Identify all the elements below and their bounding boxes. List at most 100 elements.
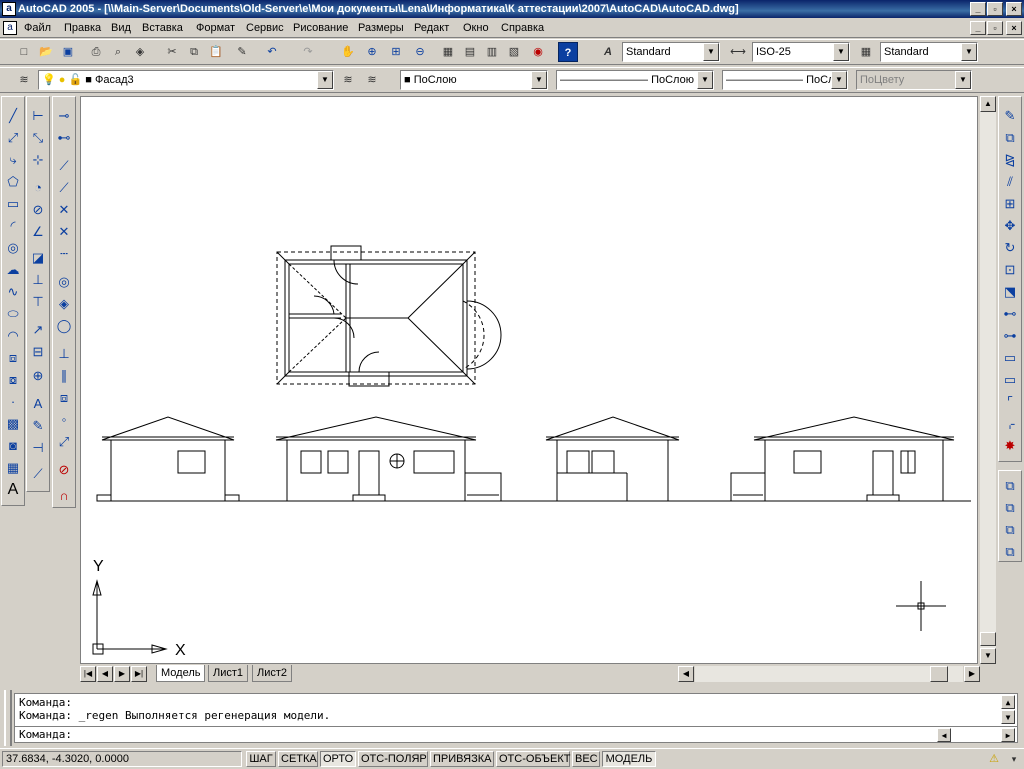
make-current-layer-icon[interactable]: ≋ xyxy=(338,70,358,90)
otrack-toggle[interactable]: ОТС-ОБЪЕКТ xyxy=(496,751,570,767)
tab-last-icon[interactable]: ▶| xyxy=(131,666,147,682)
snap-apparent-icon[interactable]: ✕ xyxy=(54,221,74,243)
menu-insert[interactable]: Вставка xyxy=(142,21,183,35)
copy-icon[interactable]: ⧉ xyxy=(184,42,204,62)
circle-icon[interactable]: ◎ xyxy=(3,237,23,259)
scale-icon[interactable]: ⊡ xyxy=(1000,259,1020,281)
quick-leader-icon[interactable]: ↗ xyxy=(28,319,48,341)
snap-toggle[interactable]: ШАГ xyxy=(246,751,276,767)
dim-text-edit-icon[interactable]: ✎ xyxy=(28,415,48,437)
maximize-button[interactable]: ▫ xyxy=(987,2,1003,16)
autocad-icon[interactable]: a xyxy=(2,2,16,16)
doc-minimize-button[interactable]: _ xyxy=(970,21,986,35)
break-at-point-icon[interactable]: ▭ xyxy=(1000,347,1020,369)
array-icon[interactable]: ⊞ xyxy=(1000,193,1020,215)
layer-manager-icon[interactable]: ≋ xyxy=(14,70,34,90)
cmd-scroll-left-icon[interactable]: ◀ xyxy=(937,728,951,742)
menu-edit[interactable]: Правка xyxy=(64,21,101,35)
model-toggle[interactable]: МОДЕЛЬ xyxy=(602,751,656,767)
chevron-down-icon[interactable]: ▼ xyxy=(697,71,713,89)
menu-window[interactable]: Окно xyxy=(463,21,489,35)
send-under-icon[interactable]: ⧉ xyxy=(1000,541,1020,563)
quick-dim-icon[interactable]: ◪ xyxy=(28,247,48,269)
menu-help[interactable]: Справка xyxy=(501,21,544,35)
menu-view[interactable]: Вид xyxy=(111,21,131,35)
chevron-down-icon[interactable]: ▼ xyxy=(833,43,849,61)
spline-icon[interactable]: ∿ xyxy=(3,281,23,303)
snap-midpoint-icon[interactable]: ⟋ xyxy=(54,177,74,199)
snap-node-icon[interactable]: ◦ xyxy=(54,409,74,431)
zoom-window-icon[interactable]: ⊞ xyxy=(386,42,406,62)
snap-parallel-icon[interactable]: ∥ xyxy=(54,365,74,387)
snap-intersection-icon[interactable]: ✕ xyxy=(54,199,74,221)
trim-icon[interactable]: ⊷ xyxy=(1000,303,1020,325)
hatch-icon[interactable]: ▩ xyxy=(3,413,23,435)
minimize-button[interactable]: _ xyxy=(970,2,986,16)
help-icon[interactable]: ? xyxy=(558,42,578,62)
new-icon[interactable]: □ xyxy=(14,42,34,62)
doc-close-button[interactable]: × xyxy=(1006,21,1022,35)
lineweight-toggle[interactable]: ВЕС xyxy=(572,751,600,767)
stretch-icon[interactable]: ⬔ xyxy=(1000,281,1020,303)
properties-icon[interactable]: ▦ xyxy=(438,42,458,62)
polyline-icon[interactable]: ⤷ xyxy=(3,149,23,171)
cmd-scroll-up-icon[interactable]: ▲ xyxy=(1001,695,1015,709)
menu-tools[interactable]: Сервис xyxy=(246,21,284,35)
scroll-right-icon[interactable]: ▶ xyxy=(964,666,980,682)
revision-cloud-icon[interactable]: ☁ xyxy=(3,259,23,281)
temp-tracking-icon[interactable]: ⊸ xyxy=(54,105,74,127)
redo-icon[interactable]: ↷ xyxy=(298,42,318,62)
tool-palettes-icon[interactable]: ▥ xyxy=(482,42,502,62)
horizontal-scroll-thumb[interactable] xyxy=(930,666,948,682)
dim-style-select[interactable]: ISO-25 ▼ xyxy=(752,42,850,62)
baseline-dim-icon[interactable]: ⊥ xyxy=(28,269,48,291)
tab-model[interactable]: Модель xyxy=(156,665,206,682)
chevron-down-icon[interactable]: ▼ xyxy=(831,71,847,89)
match-properties-icon[interactable]: ✎ xyxy=(232,42,252,62)
chevron-down-icon[interactable]: ▼ xyxy=(961,43,977,61)
continue-dim-icon[interactable]: ⊤ xyxy=(28,291,48,313)
construction-line-icon[interactable]: ⤢ xyxy=(3,127,23,149)
tab-layout1[interactable]: Лист1 xyxy=(208,665,249,682)
tolerance-icon[interactable]: ⊟ xyxy=(28,341,48,363)
command-prompt[interactable]: Команда: xyxy=(19,728,72,742)
markup-icon[interactable]: ◉ xyxy=(528,42,548,62)
send-to-back-icon[interactable]: ⧉ xyxy=(1000,497,1020,519)
scroll-left-icon[interactable]: ◀ xyxy=(678,666,694,682)
center-mark-icon[interactable]: ⊕ xyxy=(28,365,48,387)
cmd-scroll-down-icon[interactable]: ▼ xyxy=(1001,710,1015,724)
vertical-scrollbar[interactable]: ▲ ▼ xyxy=(980,96,996,664)
zoom-previous-icon[interactable]: ⊖ xyxy=(410,42,430,62)
arc-icon[interactable]: ◜ xyxy=(3,215,23,237)
drawing-canvas[interactable]: Y X xyxy=(80,96,978,664)
bring-above-icon[interactable]: ⧉ xyxy=(1000,519,1020,541)
paste-icon[interactable]: 📋 xyxy=(206,42,226,62)
layer-previous-icon[interactable]: ≋ xyxy=(362,70,382,90)
bring-to-front-icon[interactable]: ⧉ xyxy=(1000,475,1020,497)
dim-style-icon[interactable]: ⟋ xyxy=(28,463,48,485)
snap-perpendicular-icon[interactable]: ⊥ xyxy=(54,343,74,365)
polygon-icon[interactable]: ⬠ xyxy=(3,171,23,193)
layer-select[interactable]: 💡 ● 🔓 ■ Фасад3 ▼ xyxy=(38,70,334,90)
snap-nearest-icon[interactable]: ⤢ xyxy=(54,431,74,453)
multiline-text-icon[interactable]: A xyxy=(3,479,23,501)
osnap-toggle[interactable]: ПРИВЯЗКА xyxy=(430,751,494,767)
linear-dim-icon[interactable]: ⊢ xyxy=(28,105,48,127)
fillet-icon[interactable]: ⌌ xyxy=(1000,413,1020,435)
text-style-select[interactable]: Standard ▼ xyxy=(622,42,720,62)
chevron-down-icon[interactable]: ▼ xyxy=(531,71,547,89)
doc-restore-button[interactable]: ▫ xyxy=(987,21,1003,35)
undo-icon[interactable]: ↶ xyxy=(262,42,282,62)
erase-icon[interactable]: ✎ xyxy=(1000,105,1020,127)
chevron-down-icon[interactable]: ▼ xyxy=(703,43,719,61)
menu-dimension[interactable]: Размеры xyxy=(358,21,404,35)
status-menu-icon[interactable]: ▾ xyxy=(1004,749,1024,769)
command-grip[interactable] xyxy=(4,690,12,746)
rotate-icon[interactable]: ↻ xyxy=(1000,237,1020,259)
close-button[interactable]: × xyxy=(1006,2,1022,16)
break-icon[interactable]: ▭ xyxy=(1000,369,1020,391)
insert-block-icon[interactable]: ⧈ xyxy=(3,347,23,369)
ellipse-arc-icon[interactable]: ◠ xyxy=(3,325,23,347)
menu-modify[interactable]: Редакт xyxy=(414,21,449,35)
dim-edit-icon[interactable]: A xyxy=(28,393,48,415)
